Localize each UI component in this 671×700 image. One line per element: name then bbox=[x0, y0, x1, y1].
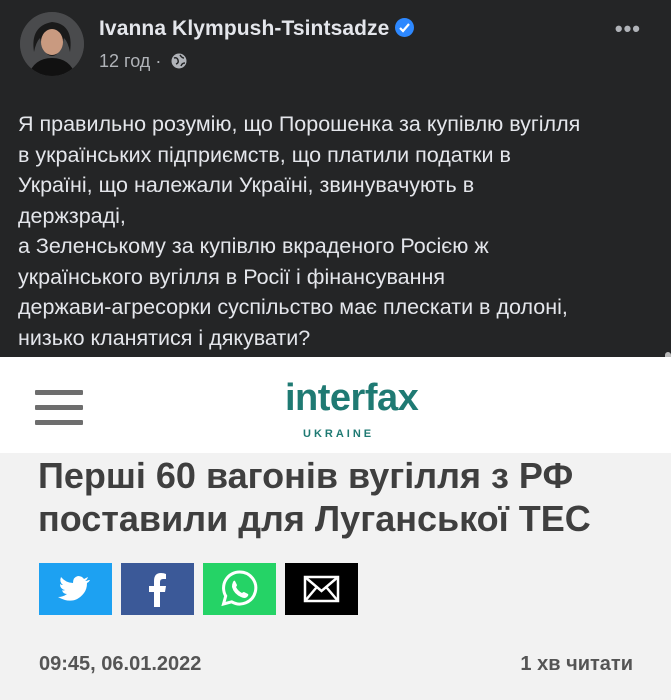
facebook-share-button[interactable] bbox=[121, 563, 194, 615]
whatsapp-icon bbox=[221, 570, 258, 607]
logo-sub-text: UKRAINE bbox=[303, 428, 375, 440]
article-date: 09:45, 06.01.2022 bbox=[39, 653, 202, 675]
interfax-logo: interfax UKRAINE bbox=[285, 371, 455, 441]
email-share-button[interactable] bbox=[285, 563, 358, 615]
author-avatar[interactable] bbox=[20, 12, 84, 76]
facebook-post: Ivanna Klympush-Tsintsadze 12 год · ••• … bbox=[0, 0, 671, 357]
logo-main-text: interfax bbox=[285, 377, 419, 419]
envelope-icon bbox=[303, 575, 340, 603]
verified-badge-icon bbox=[395, 18, 415, 37]
post-text: Я правильно розумію, що Порошенка за куп… bbox=[18, 112, 581, 350]
twitter-icon bbox=[58, 576, 90, 601]
facebook-icon bbox=[149, 573, 166, 607]
site-header: interfax UKRAINE bbox=[0, 357, 671, 453]
shared-article-screenshot: interfax UKRAINE Перші 60 вагонів вугілл… bbox=[0, 357, 671, 700]
article-title: Перші 60 вагонів вугілля з РФ поставили … bbox=[38, 455, 591, 539]
globe-icon bbox=[170, 52, 188, 75]
post-timestamp[interactable]: 12 год bbox=[99, 51, 150, 71]
read-time: 1 хв читати bbox=[520, 653, 633, 675]
hamburger-menu-icon[interactable] bbox=[35, 390, 83, 426]
meta-separator: · bbox=[155, 51, 162, 71]
more-options-icon[interactable]: ••• bbox=[615, 16, 641, 42]
twitter-share-button[interactable] bbox=[39, 563, 112, 615]
whatsapp-share-button[interactable] bbox=[203, 563, 276, 615]
author-name-text[interactable]: Ivanna Klympush-Tsintsadze bbox=[99, 17, 389, 40]
author-name[interactable]: Ivanna Klympush-Tsintsadze bbox=[99, 17, 415, 41]
post-meta: 12 год · bbox=[99, 51, 188, 75]
